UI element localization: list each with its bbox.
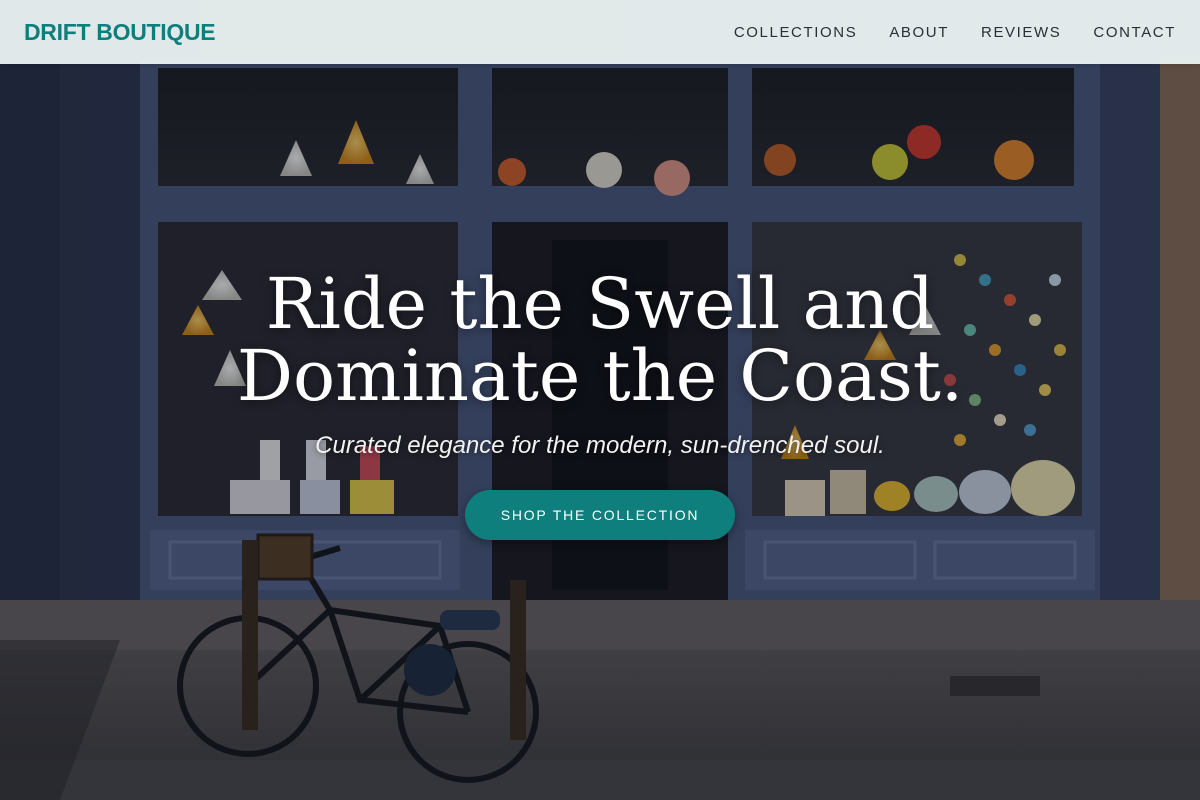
nav-link-about[interactable]: ABOUT [889,24,949,41]
hero-section: Ride the Swell and Dominate the Coast. C… [0,268,1200,540]
hero-subtitle: Curated elegance for the modern, sun-dre… [315,432,885,459]
main-navigation: COLLECTIONS ABOUT REVIEWS CONTACT [702,24,1176,41]
landing-page: DRIFT BOUTIQUE COLLECTIONS ABOUT REVIEWS… [0,0,1200,800]
nav-link-reviews[interactable]: REVIEWS [981,24,1061,41]
shop-collection-button[interactable]: SHOP THE COLLECTION [465,490,735,540]
hero-headline-line-2: Dominate the Coast. [236,335,964,417]
hero-headline: Ride the Swell and Dominate the Coast. [0,268,1200,412]
nav-link-collections[interactable]: COLLECTIONS [734,24,857,41]
hero-headline-line-1: Ride the Swell and [265,263,935,345]
brand-logo[interactable]: DRIFT BOUTIQUE [24,19,216,46]
nav-link-contact[interactable]: CONTACT [1093,24,1176,41]
site-header: DRIFT BOUTIQUE COLLECTIONS ABOUT REVIEWS… [0,0,1200,64]
